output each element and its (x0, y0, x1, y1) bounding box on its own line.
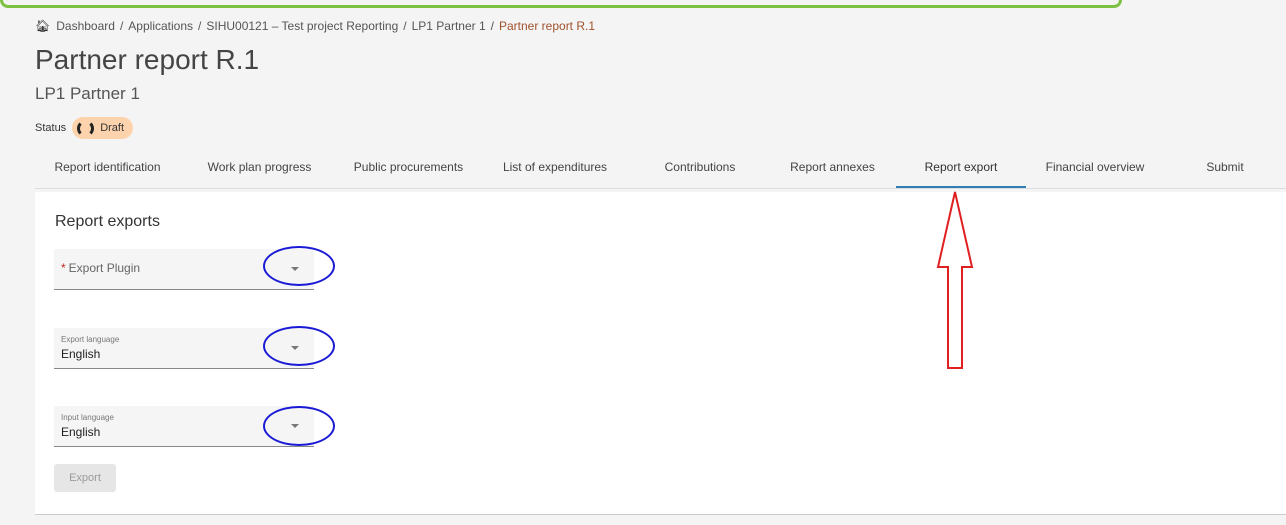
export-plugin-label: Export Plugin (68, 261, 141, 275)
breadcrumb-applications[interactable]: Applications (128, 19, 193, 33)
breadcrumb-separator: / (403, 19, 407, 33)
export-plugin-placeholder: * Export Plugin (61, 261, 140, 275)
export-plugin-select[interactable]: * Export Plugin (54, 249, 314, 290)
breadcrumb-partner[interactable]: LP1 Partner 1 (412, 19, 486, 33)
tab-public-procurements[interactable]: Public procurements (346, 152, 471, 186)
breadcrumb-dashboard[interactable]: Dashboard (56, 19, 115, 33)
card-title: Report exports (55, 213, 160, 230)
tab-work-plan-progress[interactable]: Work plan progress (198, 152, 321, 186)
export-language-select[interactable]: Export language English (54, 328, 314, 369)
draft-status-icon (77, 119, 95, 137)
status-badge: Draft (72, 117, 134, 139)
breadcrumb-separator: / (198, 19, 202, 33)
annotation-arrow-icon (936, 191, 974, 369)
home-icon[interactable]: 🏠︎ (35, 19, 50, 33)
page-subtitle: LP1 Partner 1 (35, 84, 140, 103)
required-mark: * (61, 261, 66, 275)
status-row: Status Draft (35, 117, 134, 139)
input-language-select[interactable]: Input language English (54, 406, 314, 447)
breadcrumb-separator: / (490, 19, 494, 33)
dropdown-arrow-icon[interactable] (291, 267, 299, 271)
export-button[interactable]: Export (54, 464, 116, 492)
report-exports-card: Report exports * Export Plugin Export lan… (35, 192, 1286, 515)
dropdown-arrow-icon[interactable] (291, 424, 299, 428)
input-language-value: English (61, 425, 101, 439)
input-language-label: Input language (61, 413, 114, 422)
tab-submit[interactable]: Submit (1195, 152, 1255, 186)
export-language-value: English (61, 347, 101, 361)
tab-financial-overview[interactable]: Financial overview (1035, 152, 1155, 186)
top-highlight-border (0, 0, 1122, 8)
status-label: Status (35, 122, 67, 134)
breadcrumb-separator: / (119, 19, 124, 33)
tab-report-identification[interactable]: Report identification (35, 152, 180, 186)
breadcrumb-current: Partner report R.1 (498, 19, 596, 33)
breadcrumb-project[interactable]: SIHU00121 – Test project Reporting (206, 19, 398, 33)
tab-report-annexes[interactable]: Report annexes (780, 152, 885, 186)
tab-report-export[interactable]: Report export (896, 152, 1026, 188)
tab-list-of-expenditures[interactable]: List of expenditures (490, 152, 620, 186)
tab-contributions[interactable]: Contributions (655, 152, 745, 186)
page-title: Partner report R.1 (35, 44, 260, 75)
breadcrumb: 🏠︎ Dashboard / Applications / SIHU00121 … (35, 19, 595, 33)
report-tabs: Report identification Work plan progress… (35, 152, 1286, 189)
dropdown-arrow-icon[interactable] (291, 346, 299, 350)
status-value: Draft (100, 122, 125, 134)
export-language-label: Export language (61, 335, 120, 344)
